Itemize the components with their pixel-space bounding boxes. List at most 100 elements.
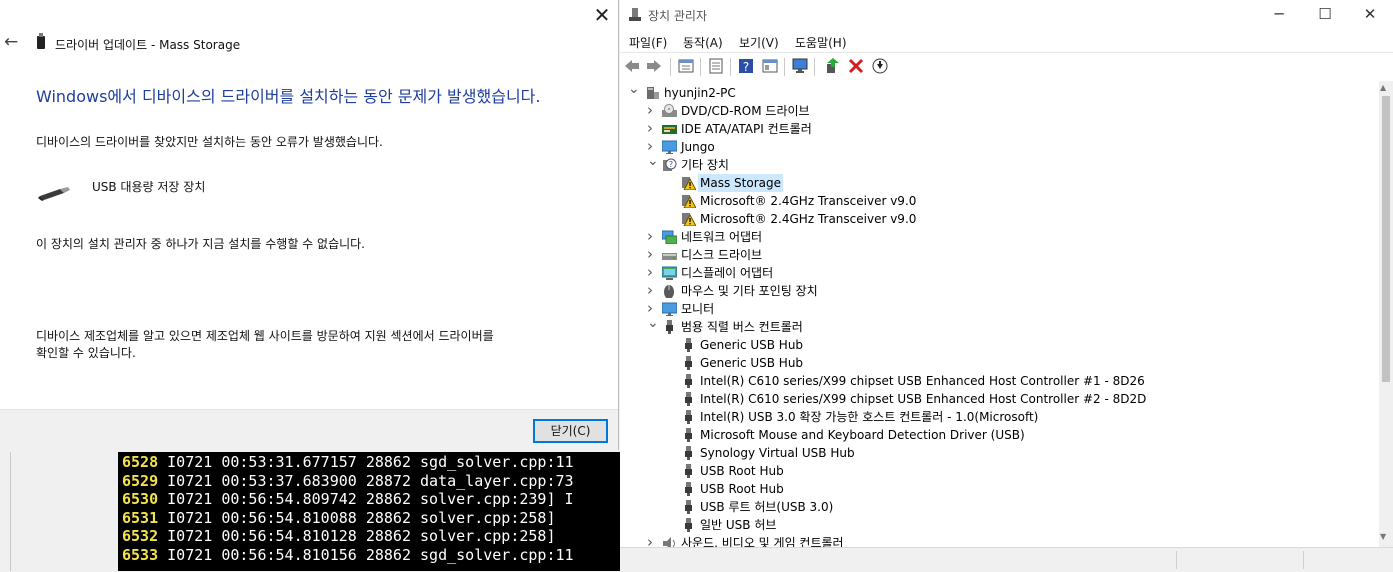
tree-device[interactable]: Intel(R) C610 series/X99 chipset USB Enh…	[620, 372, 1379, 390]
terminal-line: 6528 I0721 00:53:31.677157 28862 sgd_sol…	[122, 453, 574, 471]
tree-category[interactable]: › IDE ATA/ATAPI 컨트롤러	[620, 119, 1379, 138]
tree-item-label: Microsoft® 2.4GHz Transceiver v9.0	[700, 212, 917, 226]
disk-icon	[662, 253, 677, 260]
tree-item-label: Synology Virtual USB Hub	[700, 446, 855, 460]
tree-device[interactable]: Synology Virtual USB Hub	[620, 444, 1379, 462]
view-icon[interactable]	[762, 58, 778, 74]
tree-device[interactable]: USB Root Hub	[620, 462, 1379, 480]
device-tree[interactable]: ⌄ hyunjin2-PC › DVD/CD-ROM 드라이브 › IDE ATA/ATA…	[620, 81, 1379, 547]
menu-action[interactable]: 동작(A)	[683, 34, 723, 51]
usb-icon	[685, 482, 692, 496]
forward-icon[interactable]	[646, 58, 662, 74]
tree-category[interactable]: › Jungo	[620, 137, 1379, 156]
monitor-icon	[662, 302, 677, 316]
tree-item-label: Mass Storage	[698, 174, 783, 192]
tree-device[interactable]: USB 루트 허브(USB 3.0)	[620, 498, 1379, 516]
download-icon[interactable]	[872, 58, 888, 74]
terminal-output[interactable]: 6528 I0721 00:53:31.677157 28862 sgd_sol…	[118, 452, 620, 571]
tree-category[interactable]: › 사운드, 비디오 및 게임 컨트롤러	[620, 533, 1379, 547]
tree-category[interactable]: ⌄ 범용 직렬 버스 컨트롤러	[620, 315, 1379, 336]
tree-item-label: Intel(R) USB 3.0 확장 가능한 호스트 컨트롤러 - 1.0(M…	[700, 410, 1039, 424]
minimize-button[interactable]: ─	[1256, 0, 1302, 30]
dialog-close-button[interactable]: ✕	[587, 2, 617, 30]
tree-category[interactable]: › DVD/CD-ROM 드라이브	[620, 101, 1379, 120]
terminal-line: 6530 I0721 00:56:54.809742 28862 solver.…	[122, 490, 574, 508]
back-arrow-icon[interactable]: ←	[4, 32, 22, 52]
dialog-title: 드라이버 업데이트 - Mass Storage	[55, 38, 241, 52]
tree-category[interactable]: › 모니터	[620, 299, 1379, 318]
tree-category[interactable]: › 네트워크 어댑터	[620, 227, 1379, 246]
tree-item-selected[interactable]: Mass Storage	[620, 174, 1379, 192]
line-number: 6529	[122, 471, 159, 490]
tree-root[interactable]: ⌄ hyunjin2-PC	[620, 81, 1379, 102]
tree-device[interactable]: USB Root Hub	[620, 480, 1379, 498]
scroll-down-icon[interactable]: ▼	[1380, 532, 1386, 541]
help-icon[interactable]: ?	[738, 58, 754, 74]
tree-device[interactable]: Microsoft Mouse and Keyboard Detection D…	[620, 426, 1379, 444]
device-manager-icon	[629, 8, 641, 21]
menu-help[interactable]: 도움말(H)	[795, 34, 847, 51]
network-icon	[662, 230, 677, 244]
log-text: I0721 00:53:37.683900 28872 data_layer.c…	[167, 471, 574, 490]
tree-category[interactable]: › 디스크 드라이브	[620, 245, 1379, 264]
chevron-down-icon[interactable]: ⌄	[647, 152, 659, 170]
usb-icon	[666, 320, 673, 334]
divider	[10, 452, 11, 571]
tree-device[interactable]: Microsoft® 2.4GHz Transceiver v9.0	[620, 192, 1379, 210]
terminal-line: 6532 I0721 00:56:54.810128 28862 solver.…	[122, 527, 555, 545]
tree-device[interactable]: Generic USB Hub	[620, 336, 1379, 354]
device-name: USB 대용량 저장 장치	[92, 180, 206, 194]
line-number: 6528	[122, 453, 159, 471]
maximize-button[interactable]: ☐	[1302, 0, 1348, 30]
tree-category[interactable]: › 디스플레이 어댑터	[620, 263, 1379, 282]
log-text: I0721 00:56:54.810156 28862 sgd_solver.c…	[167, 545, 574, 564]
chevron-right-icon[interactable]: ›	[647, 101, 657, 119]
tree-category[interactable]: ⌄? 기타 장치	[620, 153, 1379, 174]
warning-device-icon	[682, 213, 696, 226]
menu-view[interactable]: 보기(V)	[739, 34, 779, 51]
toolbar: ?	[620, 52, 1393, 82]
tree-item-label: 네트워크 어댑터	[681, 230, 763, 244]
scrollbar-thumb[interactable]	[1382, 96, 1390, 382]
uninstall-icon[interactable]	[848, 58, 864, 74]
chevron-right-icon[interactable]: ›	[647, 227, 657, 245]
monitor-icon[interactable]	[792, 58, 808, 74]
warning-device-icon	[682, 177, 696, 190]
properties-view-icon[interactable]	[678, 58, 694, 74]
chevron-right-icon[interactable]: ›	[647, 119, 657, 137]
details-icon[interactable]	[708, 58, 724, 74]
tree-device[interactable]: 일반 USB 허브	[620, 516, 1379, 534]
tree-device[interactable]: Intel(R) C610 series/X99 chipset USB Enh…	[620, 390, 1379, 408]
menu-file[interactable]: 파일(F)	[629, 34, 667, 51]
error-heading: Windows에서 디바이스의 드라이버를 설치하는 동안 문제가 발생했습니다…	[36, 87, 541, 106]
error-message: 디바이스의 드라이버를 찾았지만 설치하는 동안 오류가 발생했습니다.	[36, 135, 383, 149]
close-button[interactable]: 닫기(C)	[533, 419, 608, 443]
chevron-down-icon[interactable]: ⌄	[647, 314, 659, 332]
tree-device[interactable]: Generic USB Hub	[620, 354, 1379, 372]
terminal-line: 6533 I0721 00:56:54.810156 28862 sgd_sol…	[122, 546, 574, 564]
title-bar[interactable]: 장치 관리자 ─ ☐ ✕	[620, 0, 1393, 30]
update-driver-icon[interactable]	[824, 58, 840, 74]
tree-device[interactable]: Intel(R) USB 3.0 확장 가능한 호스트 컨트롤러 - 1.0(M…	[620, 408, 1379, 426]
tree-device[interactable]: Microsoft® 2.4GHz Transceiver v9.0	[620, 210, 1379, 228]
dvd-icon	[662, 104, 677, 117]
menu-bar: 파일(F) 동작(A) 보기(V) 도움말(H)	[620, 30, 1393, 52]
usb-icon	[685, 446, 692, 460]
chevron-down-icon[interactable]: ⌄	[628, 81, 640, 98]
tree-category[interactable]: › 마우스 및 기타 포인팅 장치	[620, 281, 1379, 300]
back-icon[interactable]	[624, 58, 640, 74]
tree-item-label: Generic USB Hub	[700, 338, 804, 352]
usb-icon	[685, 356, 692, 370]
tree-item-label: 모니터	[681, 302, 715, 316]
chevron-right-icon[interactable]: ›	[647, 533, 657, 547]
chevron-right-icon[interactable]: ›	[647, 281, 657, 299]
scroll-up-icon[interactable]: ▲	[1380, 83, 1386, 92]
chevron-right-icon[interactable]: ›	[647, 245, 657, 263]
tree-item-label: 기타 장치	[681, 158, 729, 172]
close-window-button[interactable]: ✕	[1347, 0, 1393, 30]
warning-device-icon	[682, 195, 696, 208]
tree-item-label: 범용 직렬 버스 컨트롤러	[681, 320, 803, 334]
terminal-line: 6531 I0721 00:56:54.810088 28862 solver.…	[122, 509, 555, 527]
tree-item-label: USB Root Hub	[700, 464, 784, 478]
chevron-right-icon[interactable]: ›	[647, 263, 657, 281]
